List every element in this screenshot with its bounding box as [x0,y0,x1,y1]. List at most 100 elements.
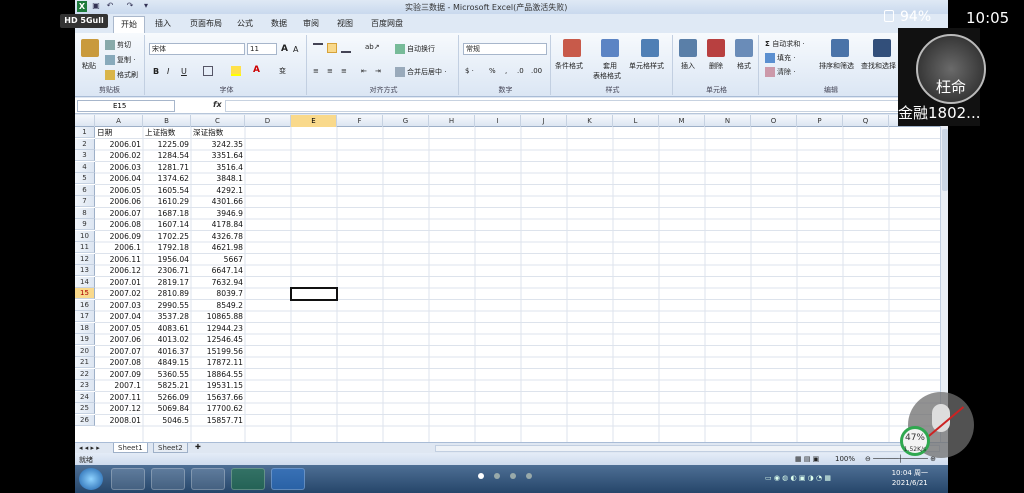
cell-style-button[interactable]: 单元格样式 [629,61,664,71]
column-header-f[interactable]: F [337,115,383,127]
horizontal-scrollbar[interactable] [435,445,940,452]
autosum-button[interactable]: Σ 自动求和 · [765,39,805,49]
row-header[interactable]: 21 [75,357,95,368]
row-header[interactable]: 1 [75,127,95,138]
italic-button[interactable]: I [167,67,169,76]
table-cell[interactable]: 4178.84 [191,219,245,230]
tab-home[interactable]: 开始 [113,16,145,33]
row-header[interactable]: 10 [75,230,95,242]
table-cell[interactable]: 4849.15 [143,357,191,368]
tab-insert[interactable]: 插入 [155,18,171,29]
table-cell[interactable]: 19531.15 [191,380,245,391]
table-cell[interactable]: 2006.05 [95,185,143,196]
row-header[interactable]: 4 [75,161,95,173]
table-cell[interactable]: 4083.61 [143,323,191,334]
row-header[interactable]: 2 [75,138,95,150]
table-cell[interactable]: 18864.55 [191,369,245,380]
tab-baidu-netdisk[interactable]: 百度网盘 [371,18,403,29]
table-cell[interactable]: 2007.11 [95,392,143,403]
row-header[interactable]: 24 [75,391,95,403]
table-cell[interactable]: 3946.9 [191,208,245,219]
insert-cells-icon[interactable] [679,39,697,57]
taskbar-folder-icon[interactable] [151,468,185,490]
align-left-icon[interactable]: ≡ [313,67,319,75]
insert-cells-button[interactable]: 插入 [681,61,695,71]
table-format-button-line2[interactable]: 表格格式 [593,71,621,81]
wen-button[interactable]: 变 [279,66,286,76]
row-header[interactable]: 22 [75,368,95,380]
table-format-icon[interactable] [601,39,619,57]
tab-review[interactable]: 审阅 [303,18,319,29]
name-box[interactable]: E15 [77,100,175,112]
table-cell[interactable]: 1792.18 [143,242,191,253]
bold-button[interactable]: B [153,67,159,76]
table-cell[interactable]: 5069.84 [143,403,191,414]
row-header[interactable]: 3 [75,150,95,161]
decrease-indent-icon[interactable]: ⇤ [361,67,367,75]
align-right-icon[interactable]: ≡ [341,67,347,75]
selected-cell-e15[interactable] [290,287,338,301]
wrap-text-button[interactable]: 自动换行 [395,44,435,54]
table-cell[interactable]: 4016.37 [143,346,191,357]
column-header-n[interactable]: N [705,115,751,127]
taskbar-clock[interactable]: 10:04 周一 2021/6/21 [892,468,928,488]
row-header[interactable]: 18 [75,322,95,334]
borders-icon[interactable] [203,66,215,76]
table-cell[interactable]: 17872.11 [191,357,245,368]
table-cell[interactable]: 2306.71 [143,265,191,276]
column-header-p[interactable]: P [797,115,843,127]
table-cell[interactable]: 4301.66 [191,196,245,207]
table-cell[interactable]: 4326.78 [191,231,245,242]
row-header[interactable]: 23 [75,380,95,391]
delete-cells-icon[interactable] [707,39,725,57]
formula-input[interactable] [225,100,945,112]
table-cell[interactable]: 5667 [191,254,245,265]
table-cell[interactable]: 1702.25 [143,231,191,242]
align-top-icon[interactable] [313,43,325,53]
table-cell[interactable]: 2810.89 [143,288,191,299]
table-cell[interactable]: 12944.23 [191,323,245,334]
table-cell[interactable]: 2006.06 [95,196,143,207]
table-cell[interactable]: 2007.04 [95,311,143,322]
table-cell[interactable]: 17700.62 [191,403,245,414]
column-header-l[interactable]: L [613,115,659,127]
taskbar-chart-icon[interactable] [191,468,225,490]
number-format-select[interactable]: 常规 [463,43,547,55]
sort-filter-button[interactable]: 排序和筛选 [819,61,854,71]
row-header[interactable]: 5 [75,173,95,184]
fill-color-icon[interactable] [231,66,243,76]
row-header[interactable]: 16 [75,299,95,311]
table-cell[interactable]: 2006.09 [95,231,143,242]
sort-filter-icon[interactable] [831,39,849,57]
conditional-format-button[interactable]: 条件格式 [555,61,583,71]
tray-icons[interactable]: ▭ ◉ ◍ ◐ ▣ ◑ ◔ ▦ [765,474,831,482]
insert-function-icon[interactable]: fx [213,100,222,109]
row-header[interactable]: 14 [75,276,95,288]
tab-view[interactable]: 视图 [337,18,353,29]
table-cell[interactable]: 2007.07 [95,346,143,357]
taskbar-app-icon-1[interactable] [111,468,145,490]
row-header[interactable]: 17 [75,311,95,322]
column-header-c[interactable]: C [191,115,245,127]
conditional-format-icon[interactable] [563,39,581,57]
view-buttons-icon[interactable]: ▦ ▤ ▣ [795,455,819,463]
table-cell[interactable]: 2006.08 [95,219,143,230]
table-cell[interactable]: 3537.28 [143,311,191,322]
table-cell[interactable]: 日期 [95,127,143,138]
table-cell[interactable]: 上证指数 [143,127,191,138]
column-header-o[interactable]: O [751,115,797,127]
fill-button[interactable]: 填充 · [765,53,795,63]
table-cell[interactable]: 1607.14 [143,219,191,230]
orientation-icon[interactable]: ab↗ [365,43,380,51]
video-avatar-panel[interactable]: 枉命 金融1802... [898,28,986,126]
redo-icon[interactable]: ↷ [125,1,135,11]
table-cell[interactable]: 8039.7 [191,288,245,299]
column-header-e[interactable]: E [291,115,337,127]
table-cell[interactable]: 2007.06 [95,334,143,345]
table-cell[interactable]: 6647.14 [191,265,245,276]
decrease-decimal-icon[interactable]: .00 [531,67,542,75]
row-header[interactable]: 25 [75,403,95,414]
row-header[interactable]: 8 [75,207,95,219]
table-cell[interactable]: 2006.07 [95,208,143,219]
start-button-icon[interactable] [79,468,103,490]
